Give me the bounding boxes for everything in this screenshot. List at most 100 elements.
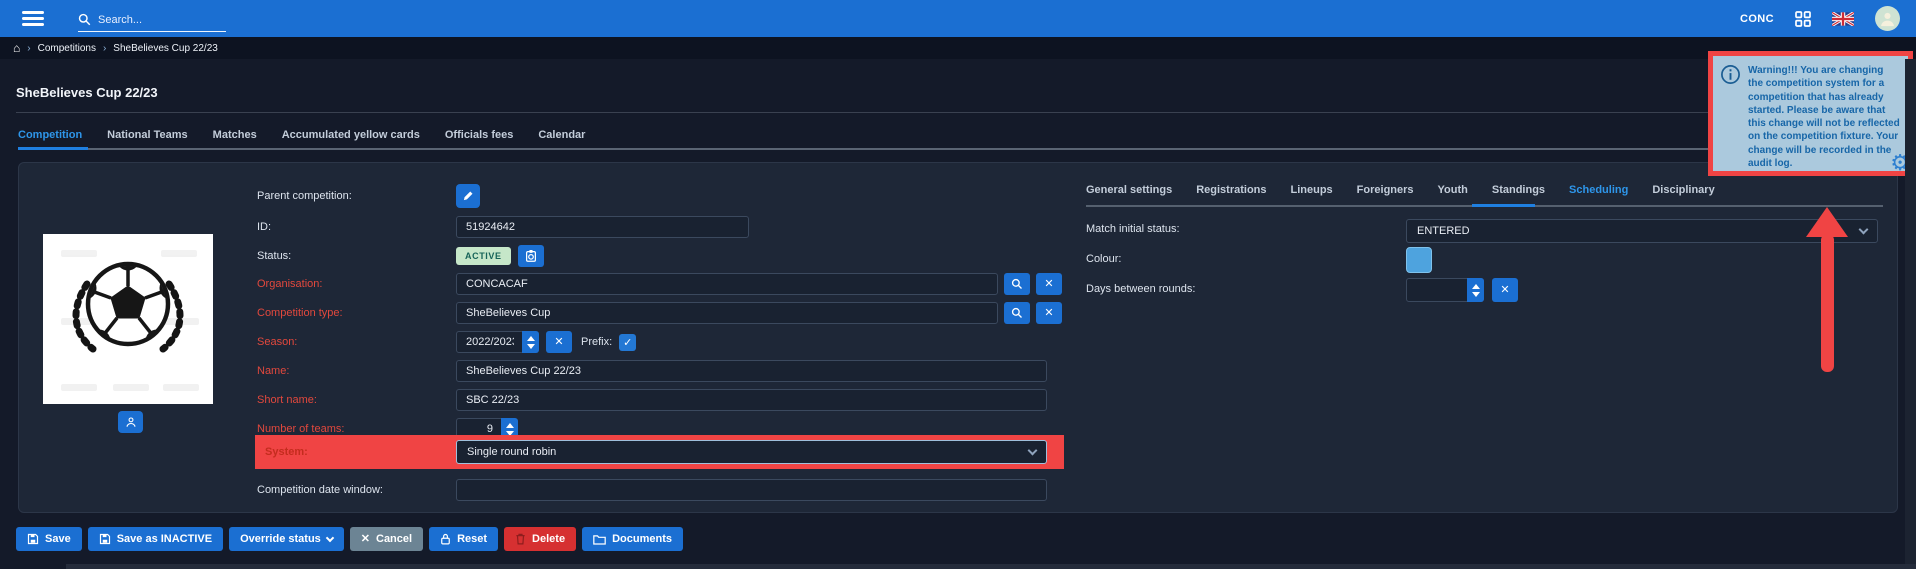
- organisation-clear-button[interactable]: ✕: [1036, 273, 1062, 295]
- close-icon: ✕: [1044, 308, 1053, 319]
- reset-button[interactable]: Reset: [429, 527, 498, 551]
- short-name-input[interactable]: [456, 389, 1047, 411]
- chevron-down-icon: [1028, 446, 1038, 456]
- date-window-label: Competition date window:: [257, 484, 456, 496]
- season-input[interactable]: [456, 331, 524, 353]
- chevron-down-icon: [1859, 225, 1869, 235]
- top-bar: CONC: [0, 0, 1916, 37]
- competition-type-label: Competition type:: [257, 307, 456, 319]
- app-screen: CONC ⌂ › Competitions › SheBelieves Cup …: [0, 0, 1916, 569]
- horizontal-scrollbar[interactable]: [66, 564, 1916, 569]
- edit-parent-competition-button[interactable]: [456, 184, 480, 208]
- tab-general-settings[interactable]: General settings: [1086, 184, 1172, 196]
- number-of-teams-label: Number of teams:: [257, 423, 456, 435]
- name-row: Name:: [257, 359, 1047, 383]
- system-row-annotation-highlight: System: Single round robin: [255, 435, 1064, 469]
- colour-label: Colour:: [1086, 253, 1121, 265]
- date-window-input[interactable]: [456, 479, 1047, 501]
- days-between-rounds-input[interactable]: [1406, 278, 1484, 302]
- tab-officials-fees[interactable]: Officials fees: [445, 129, 513, 141]
- tab-youth[interactable]: Youth: [1438, 184, 1468, 196]
- search-input[interactable]: [98, 14, 208, 26]
- id-input[interactable]: [456, 216, 749, 238]
- active-tab-indicator: [18, 147, 88, 150]
- system-select[interactable]: Single round robin: [456, 440, 1047, 464]
- tab-national-teams[interactable]: National Teams: [107, 129, 188, 141]
- tab-lineups[interactable]: Lineups: [1291, 184, 1333, 196]
- status-badge: ACTIVE: [456, 247, 511, 265]
- search-icon: [1011, 278, 1023, 290]
- tab-foreigners[interactable]: Foreigners: [1357, 184, 1414, 196]
- close-icon: ✕: [1500, 285, 1509, 296]
- short-name-label: Short name:: [257, 394, 456, 406]
- breadcrumb-separator: ›: [27, 43, 30, 54]
- user-avatar[interactable]: [1875, 6, 1900, 31]
- status-history-button[interactable]: [518, 245, 544, 267]
- edit-logo-button[interactable]: [118, 411, 143, 433]
- language-flag-icon[interactable]: [1832, 12, 1854, 26]
- tab-accumulated-yellow-cards[interactable]: Accumulated yellow cards: [282, 129, 420, 141]
- status-label: Status:: [257, 250, 456, 262]
- save-icon: [99, 533, 111, 545]
- person-icon: [125, 416, 137, 428]
- breadcrumb-item-competitions[interactable]: Competitions: [38, 43, 96, 54]
- folder-icon: [593, 534, 606, 545]
- organisation-row: Organisation: ✕: [257, 272, 1062, 296]
- tab-standings[interactable]: Standings: [1492, 184, 1545, 196]
- system-select-value: Single round robin: [467, 446, 556, 458]
- page-title: SheBelieves Cup 22/23: [16, 85, 158, 100]
- tab-registrations[interactable]: Registrations: [1196, 184, 1266, 196]
- warning-toast[interactable]: Warning!!! You are changing the competit…: [1708, 51, 1913, 176]
- match-initial-status-value: ENTERED: [1417, 225, 1470, 237]
- colour-row: [1406, 247, 1432, 273]
- tab-calendar[interactable]: Calendar: [538, 129, 585, 141]
- home-icon[interactable]: ⌂: [13, 42, 20, 54]
- save-button[interactable]: Save: [16, 527, 82, 551]
- save-as-inactive-button[interactable]: Save as INACTIVE: [88, 527, 223, 551]
- name-label: Name:: [257, 365, 456, 377]
- tab-competition[interactable]: Competition: [18, 129, 82, 141]
- prefix-checkbox[interactable]: ✓: [619, 334, 636, 351]
- competition-type-clear-button[interactable]: ✕: [1036, 302, 1062, 324]
- competition-type-input[interactable]: [456, 302, 998, 324]
- season-clear-button[interactable]: ✕: [546, 331, 572, 353]
- save-icon: [27, 533, 39, 545]
- organisation-input[interactable]: [456, 273, 998, 295]
- name-input[interactable]: [456, 360, 1047, 382]
- close-icon: ✕: [361, 534, 370, 545]
- status-row: Status: ACTIVE: [257, 244, 544, 268]
- organisation-search-button[interactable]: [1004, 273, 1030, 295]
- competition-type-search-button[interactable]: [1004, 302, 1030, 324]
- documents-button[interactable]: Documents: [582, 527, 683, 551]
- tab-matches[interactable]: Matches: [213, 129, 257, 141]
- org-code-label[interactable]: CONC: [1740, 13, 1774, 25]
- tab-disciplinary[interactable]: Disciplinary: [1652, 184, 1714, 196]
- parent-competition-row: Parent competition:: [257, 184, 480, 208]
- days-between-rounds-stepper[interactable]: [1467, 278, 1484, 302]
- cancel-button[interactable]: ✕ Cancel: [350, 527, 423, 551]
- check-icon: ✓: [623, 336, 632, 349]
- trash-icon: [515, 533, 526, 545]
- vertical-scrollbar[interactable]: [1905, 59, 1916, 569]
- close-icon: ✕: [554, 337, 563, 348]
- main-tabs: Competition National Teams Matches Accum…: [18, 129, 585, 141]
- competition-detail-panel: Parent competition: ID: Status: ACTIVE: [18, 162, 1898, 513]
- tab-scheduling[interactable]: Scheduling: [1569, 184, 1628, 196]
- breadcrumb-item-current[interactable]: SheBelieves Cup 22/23: [113, 43, 218, 54]
- season-stepper[interactable]: [522, 331, 539, 353]
- season-row: Season: ✕ Prefix: ✓: [257, 330, 636, 354]
- delete-button[interactable]: Delete: [504, 527, 576, 551]
- colour-swatch[interactable]: [1406, 247, 1432, 273]
- search-icon: [78, 13, 91, 26]
- parent-competition-label: Parent competition:: [257, 190, 456, 202]
- system-label: System:: [255, 446, 456, 458]
- hamburger-menu-icon[interactable]: [22, 11, 44, 26]
- short-name-row: Short name:: [257, 388, 1047, 412]
- override-status-button[interactable]: Override status: [229, 527, 344, 551]
- close-icon: ✕: [1044, 279, 1053, 290]
- annotation-arrow-head: [1806, 207, 1848, 237]
- competition-logo-image: [43, 234, 213, 404]
- apps-grid-icon[interactable]: [1795, 11, 1811, 27]
- title-divider: [16, 112, 1900, 113]
- days-between-rounds-clear-button[interactable]: ✕: [1492, 278, 1518, 302]
